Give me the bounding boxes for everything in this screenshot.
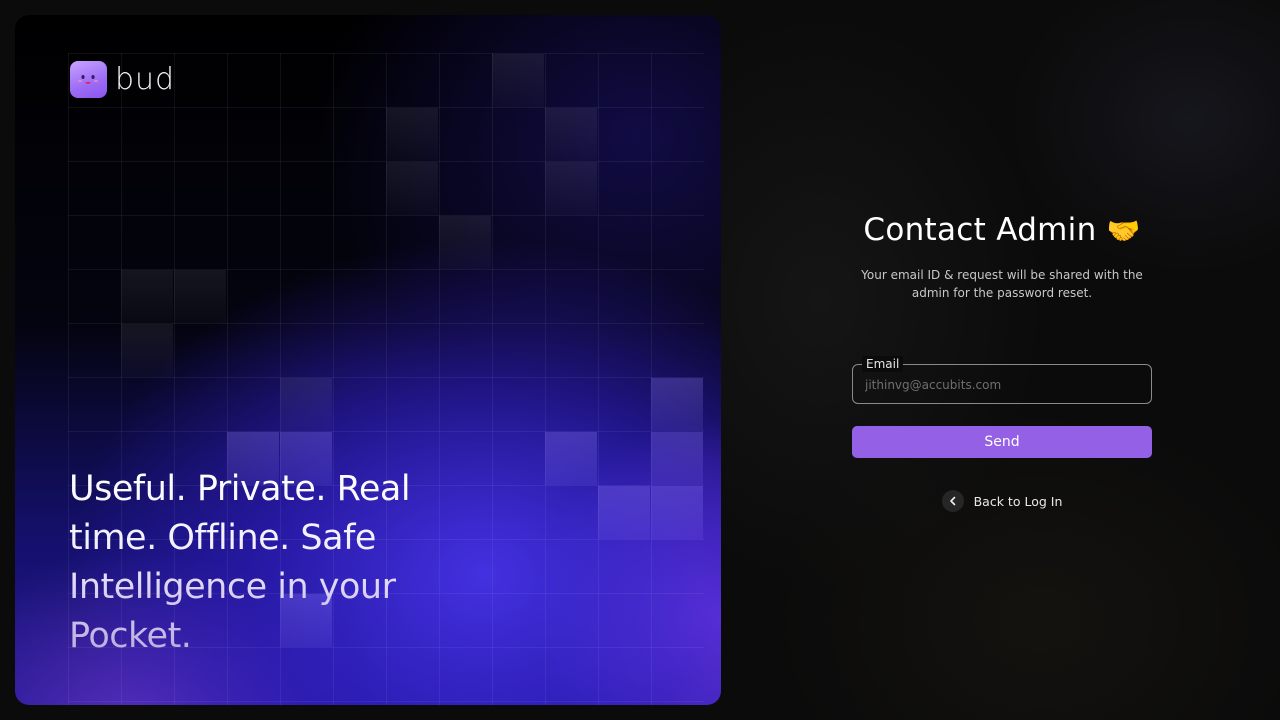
page-subtitle: Your email ID & request will be shared w… [861, 268, 1143, 300]
brand-logo: bud [70, 61, 175, 98]
grid-tile [386, 108, 438, 161]
grid-tile [598, 486, 650, 539]
grid-tile [121, 324, 173, 377]
contact-admin-form: Contact Admin 🤝 Your email ID & request … [852, 208, 1152, 512]
hero-tagline: Useful. Private. Real time. Offline. Saf… [69, 465, 449, 661]
grid-tile [651, 486, 703, 539]
email-field-wrapper: Email [852, 356, 1152, 404]
page-title-text: Contact Admin [863, 212, 1097, 248]
chevron-left-icon[interactable] [941, 490, 964, 512]
grid-tile [439, 216, 491, 269]
grid-tile [121, 270, 173, 323]
grid-tile [545, 432, 597, 485]
grid-tile [651, 378, 703, 431]
grid-tile [280, 378, 332, 431]
contact-admin-page: bud Useful. Private. Real time. Offline.… [0, 0, 1280, 720]
grid-tile [386, 162, 438, 215]
email-input[interactable] [853, 365, 1151, 403]
grid-tile [174, 270, 226, 323]
grid-tile [545, 108, 597, 161]
handshake-icon: 🤝 [1106, 216, 1141, 247]
hero-panel: bud Useful. Private. Real time. Offline.… [15, 15, 721, 705]
back-to-login-link[interactable]: Back to Log In [852, 490, 1152, 512]
send-button[interactable]: Send [852, 426, 1152, 458]
grid-tile [651, 432, 703, 485]
grid-tile [545, 162, 597, 215]
page-title: Contact Admin 🤝 [852, 208, 1152, 252]
smiley-face-icon [70, 61, 107, 98]
brand-wordmark: bud [115, 62, 176, 97]
grid-tile [492, 54, 544, 107]
back-to-login-label[interactable]: Back to Log In [974, 494, 1063, 509]
